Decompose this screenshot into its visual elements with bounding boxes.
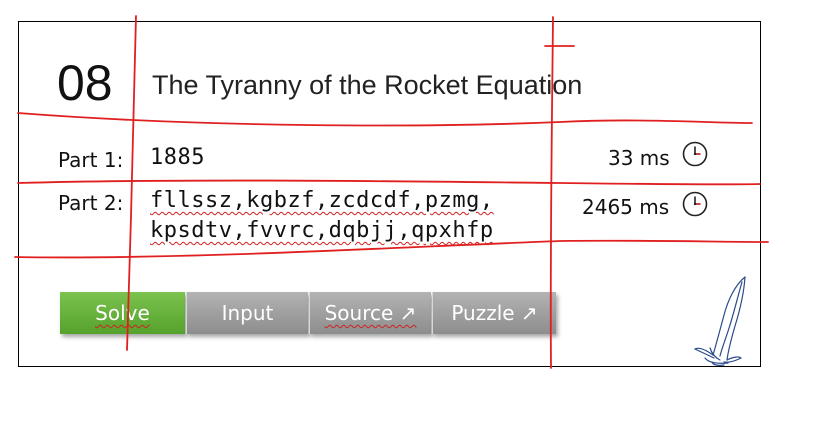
part2-answer-line1-text: fllssz,kgbzf,zcdcdf,pzmg, — [150, 188, 494, 213]
puzzle-button-label: Puzzle ↗ — [451, 301, 538, 325]
puzzle-title: The Tyranny of the Rocket Equation — [152, 70, 583, 100]
part2-label: Part 2: — [58, 191, 124, 215]
source-link-button[interactable]: Source ↗ — [309, 292, 431, 334]
part1-time: 33 ms — [608, 146, 670, 170]
part1-answer: 1885 — [150, 145, 205, 170]
part1-label: Part 1: — [58, 148, 124, 172]
input-button[interactable]: Input — [186, 292, 308, 334]
day-number: 08 — [57, 55, 113, 111]
source-button-label: Source ↗ — [324, 301, 417, 325]
solve-button[interactable]: Solve — [60, 292, 185, 334]
clock-icon — [682, 141, 708, 167]
part2-answer-line1: fllssz,kgbzf,zcdcdf,pzmg, — [150, 186, 494, 216]
input-button-label: Input — [221, 301, 274, 325]
part1-time-value: 33 ms — [608, 146, 670, 170]
part2-time: 2465 ms — [582, 195, 669, 219]
solve-button-label: Solve — [95, 301, 150, 325]
part2-answer-line2-text: kpsdtv,fvvrc,dqbjj,qpxhfp — [150, 218, 494, 243]
clock-icon — [682, 191, 708, 217]
part2-time-value: 2465 ms — [582, 195, 670, 219]
puzzle-link-button[interactable]: Puzzle ↗ — [432, 292, 556, 334]
part2-answer-line2: kpsdtv,fvvrc,dqbjj,qpxhfp — [150, 216, 494, 246]
